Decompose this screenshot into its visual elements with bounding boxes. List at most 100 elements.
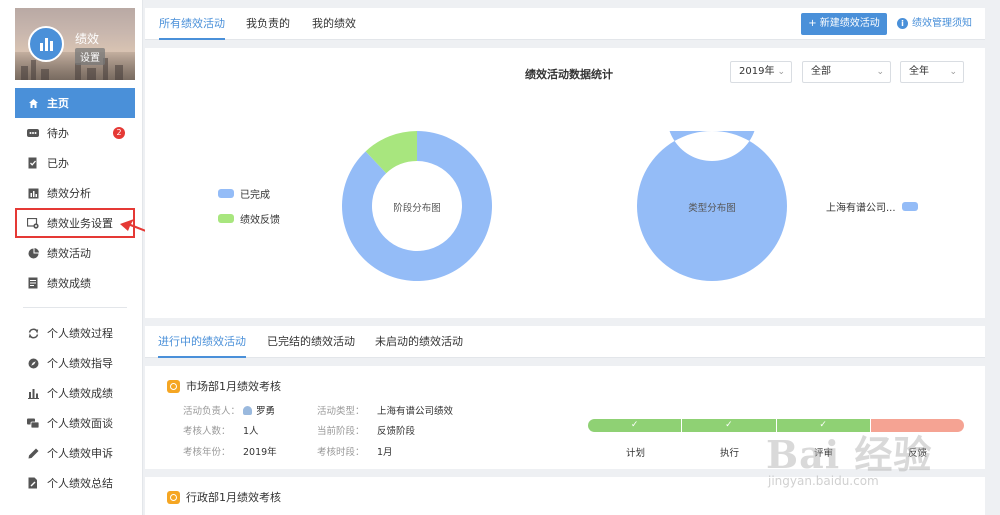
stage-name: 反馈 [908, 448, 928, 459]
tab-my-responsible[interactable]: 我负责的 [246, 8, 290, 40]
activity-card-title-text: 行政部1月绩效考核 [186, 491, 281, 504]
sidebar-item-personal-process[interactable]: 个人绩效过程 [15, 318, 135, 348]
sidebar-item-label: 已办 [47, 157, 69, 170]
legend-swatch [218, 189, 234, 198]
sidebar-item-personal-scores[interactable]: 个人绩效成绩 [15, 378, 135, 408]
settings-screen-icon [27, 217, 39, 229]
activity-card-title-text: 市场部1月绩效考核 [186, 380, 281, 393]
legend-item[interactable]: 已完成 [218, 186, 270, 201]
activity-card-title: 市场部1月绩效考核 [167, 378, 281, 394]
legend-item[interactable]: 绩效反馈 [218, 211, 280, 226]
sidebar-item-label: 绩效分析 [47, 187, 91, 200]
sidebar-item-scores[interactable]: 绩效成绩 [15, 268, 135, 298]
stage-label: 当前阶段： [317, 426, 365, 437]
sidebar-item-personal-appeal[interactable]: 个人绩效申诉 [15, 438, 135, 468]
sidebar-item-personal-guidance[interactable]: 个人绩效指导 [15, 348, 135, 378]
todo-count-badge: 2 [113, 127, 125, 139]
sidebar-item-done[interactable]: 已办 [15, 148, 135, 178]
scope-select[interactable]: 全部 ⌄ [802, 61, 891, 83]
legend-swatch [218, 214, 234, 223]
year-select-value: 2019年 [739, 66, 775, 77]
legend-item[interactable]: 上海有谱公司... [826, 199, 918, 214]
progress-step: ✓ [588, 419, 683, 432]
donut-center-label: 类型分布图 [688, 203, 736, 214]
progress-step [870, 419, 964, 432]
clock-icon [167, 490, 180, 504]
activity-tab-bar: 进行中的绩效活动 已完结的绩效活动 未启动的绩效活动 [145, 326, 985, 358]
year-label: 考核年份： [183, 447, 231, 458]
type-value: 上海有谱公司绩效 [377, 406, 454, 417]
bar-chart-icon [27, 387, 39, 399]
help-link-label: 绩效管理须知 [912, 18, 972, 29]
app-logo-icon [28, 26, 64, 62]
settings-tag[interactable]: 设置 [75, 48, 105, 65]
stats-panel: 绩效活动数据统计 2019年 ⌄ 全部 ⌄ 全年 ⌄ 已完成 绩效反馈 阶段分布图 类… [145, 48, 985, 318]
activity-card[interactable]: 行政部1月绩效考核 [145, 477, 985, 515]
app-title: 绩效 [75, 32, 100, 46]
tab-finished[interactable]: 已完结的绩效活动 [267, 326, 355, 358]
legend-label: 上海有谱公司... [826, 203, 896, 214]
period-label: 考核时段： [317, 447, 365, 458]
pen-icon [27, 447, 39, 459]
help-link[interactable]: i 绩效管理须知 [897, 8, 972, 40]
sidebar-item-label: 个人绩效成绩 [47, 387, 113, 400]
owner-name: 罗勇 [256, 406, 276, 417]
period-select-value: 全年 [909, 66, 929, 77]
sidebar-item-label: 绩效成绩 [47, 277, 91, 290]
progress-step: ✓ [682, 419, 777, 432]
sidebar-item-personal-summary[interactable]: 个人绩效总结 [15, 468, 135, 498]
new-activity-button[interactable]: + 新建绩效活动 [801, 13, 887, 35]
stage-name: 评审 [814, 448, 834, 459]
count-label: 考核人数： [183, 426, 231, 437]
activity-card[interactable]: 市场部1月绩效考核 活动负责人： 罗勇 活动类型： 上海有谱公司绩效 考核人数：… [145, 366, 985, 469]
pie-icon [27, 247, 39, 259]
sidebar-item-label: 个人绩效指导 [47, 357, 113, 370]
sidebar-item-analysis[interactable]: 绩效分析 [15, 178, 135, 208]
tab-my-performance[interactable]: 我的绩效 [312, 8, 356, 40]
legend-label: 已完成 [240, 190, 270, 201]
sidebar-divider [23, 307, 127, 308]
stage-name: 执行 [720, 448, 740, 459]
app-banner: 绩效 设置 [15, 8, 135, 80]
year-select[interactable]: 2019年 ⌄ [730, 61, 792, 83]
sidebar-item-label: 个人绩效过程 [47, 327, 113, 340]
scope-select-value: 全部 [811, 66, 831, 77]
tab-ongoing[interactable]: 进行中的绩效活动 [158, 326, 246, 358]
donut-center-label: 阶段分布图 [393, 203, 441, 214]
stats-title: 绩效活动数据统计 [525, 68, 613, 81]
sidebar-item-label: 个人绩效申诉 [47, 447, 113, 460]
progress-step: ✓ [776, 419, 871, 432]
sidebar-item-label: 待办 [47, 127, 69, 140]
sidebar-nav: 主页 待办 2 已办 绩效分析 绩效业务设置 绩效活动 绩效成绩 个人绩效过程 … [15, 88, 135, 498]
chevron-down-icon: ⌄ [777, 67, 785, 77]
sidebar-item-activities[interactable]: 绩效活动 [15, 238, 135, 268]
chevron-down-icon: ⌄ [876, 67, 884, 77]
sidebar: 绩效 设置 主页 待办 2 已办 绩效分析 绩效业务设置 绩效活动 绩效成绩 个… [0, 0, 143, 515]
period-select[interactable]: 全年 ⌄ [900, 61, 964, 83]
sidebar-item-personal-interview[interactable]: 个人绩效面谈 [15, 408, 135, 438]
stage-name: 计划 [626, 448, 646, 459]
sidebar-item-todo[interactable]: 待办 2 [15, 118, 135, 148]
legend-swatch [901, 202, 918, 211]
type-label: 活动类型： [317, 406, 365, 417]
activity-card-title: 行政部1月绩效考核 [167, 489, 281, 505]
top-tab-bar: 所有绩效活动 我负责的 我的绩效 + 新建绩效活动 i 绩效管理须知 [145, 8, 985, 40]
sidebar-item-business-settings[interactable]: 绩效业务设置 [15, 208, 135, 238]
sidebar-item-label: 绩效业务设置 [47, 217, 113, 230]
list-icon [27, 277, 39, 289]
owner-label: 活动负责人： [183, 406, 241, 417]
user-icon [243, 406, 252, 415]
done-doc-icon [27, 157, 39, 169]
clock-icon [167, 379, 180, 393]
info-icon: i [897, 18, 908, 29]
refresh-icon [27, 327, 39, 339]
bar-chart-icon [27, 187, 39, 199]
legend-label: 绩效反馈 [240, 215, 280, 226]
chat-icon [27, 417, 39, 429]
tab-all-activities[interactable]: 所有绩效活动 [159, 8, 225, 40]
more-icon [27, 127, 39, 139]
sidebar-item-home[interactable]: 主页 [15, 88, 135, 118]
compass-icon [27, 357, 39, 369]
tab-not-started[interactable]: 未启动的绩效活动 [375, 326, 463, 358]
sidebar-item-label: 个人绩效面谈 [47, 417, 113, 430]
